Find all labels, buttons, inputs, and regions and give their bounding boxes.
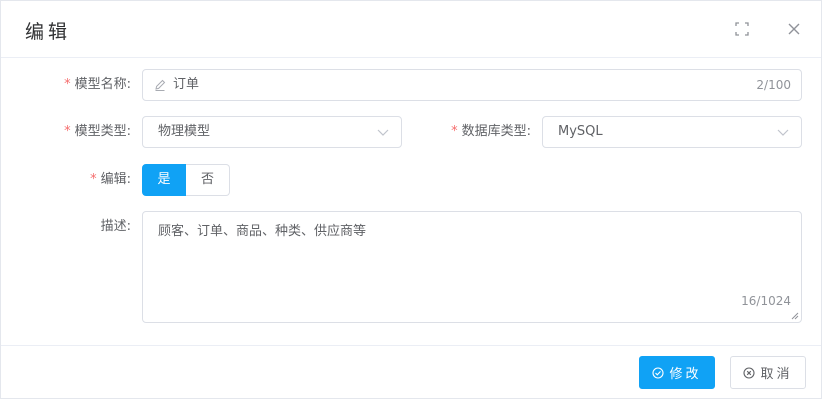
model-type-select[interactable]: 物理模型 [142,116,402,148]
db-type-select[interactable]: MySQL [542,116,802,148]
submit-button[interactable]: 修改 [639,356,715,389]
fullscreen-icon[interactable] [734,21,750,37]
description-value: 顾客、订单、商品、种类、供应商等 [158,224,367,239]
dialog-title: 编辑 [25,21,72,43]
chevron-down-icon [777,129,789,136]
model-name-value: 订单 [173,77,200,92]
check-circle-icon [652,366,665,379]
pencil-icon [155,79,166,91]
model-name-input[interactable]: 订单 2/100 [142,69,802,101]
description-textarea[interactable]: 顾客、订单、商品、种类、供应商等 16/1024 [142,211,802,323]
db-type-value: MySQL [558,124,603,139]
model-type-value: 物理模型 [158,124,211,139]
resize-handle-icon[interactable] [791,312,799,320]
close-circle-icon [743,366,756,379]
editable-radio-group: 是 否 [142,164,230,196]
editable-label: * 编辑: [90,172,131,187]
dialog-header: 编辑 [1,1,821,58]
db-type-label: * 数据库类型: [451,124,531,139]
description-counter: 16/1024 [741,294,791,308]
model-name-label: * 模型名称: [64,77,131,92]
model-type-label: * 模型类型: [64,124,131,139]
editable-yes-button[interactable]: 是 [142,164,186,196]
editable-no-button[interactable]: 否 [186,164,230,196]
chevron-down-icon [377,129,389,136]
description-label: 描述: [100,219,131,234]
cancel-button[interactable]: 取消 [730,356,806,389]
close-icon[interactable] [786,21,802,37]
edit-dialog: 编辑 * 模型名称: 订单 2/100 * 模型类型: 物理模型 * 数据库类型: M… [0,0,822,399]
dialog-footer: 修改 取消 [1,345,821,399]
model-name-counter: 2/100 [756,78,791,92]
cancel-label: 取消 [760,367,793,382]
submit-label: 修改 [669,367,702,382]
